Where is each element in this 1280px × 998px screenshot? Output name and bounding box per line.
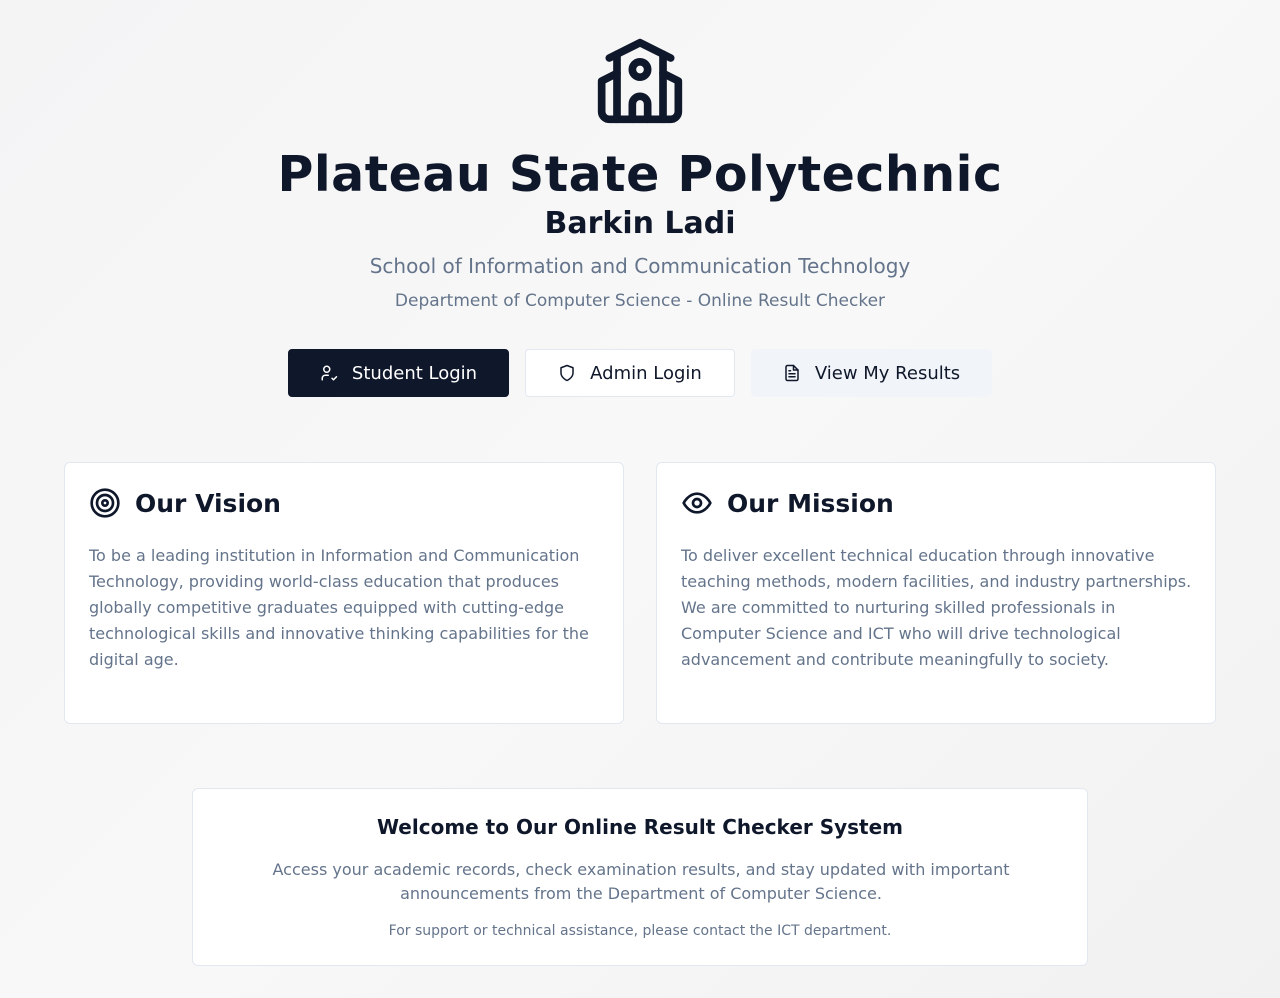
department-name: Department of Computer Science - Online …	[394, 291, 886, 311]
student-login-button[interactable]: Student Login	[288, 349, 509, 397]
vision-text: To be a leading institution in Informati…	[89, 546, 589, 669]
school-building-icon	[594, 35, 686, 127]
school-name: School of Information and Communication …	[369, 254, 911, 278]
vision-card: Our Vision To be a leading institution i…	[64, 462, 624, 724]
admin-login-button[interactable]: Admin Login	[525, 349, 735, 397]
page-subtitle: Barkin Ladi	[544, 206, 736, 241]
eye-icon	[682, 492, 712, 514]
welcome-text: Access your academic records, check exam…	[272, 860, 1010, 903]
view-results-button[interactable]: View My Results	[751, 349, 992, 397]
admin-login-label: Admin Login	[590, 362, 702, 384]
page-title: Plateau State Polytechnic	[277, 146, 1003, 203]
view-results-label: View My Results	[814, 362, 961, 384]
mission-header: Our Mission	[681, 487, 894, 519]
target-icon	[90, 488, 120, 518]
student-login-label: Student Login	[351, 362, 478, 384]
user-check-icon	[321, 365, 338, 381]
vision-title: Our Vision	[135, 488, 281, 518]
mission-card: Our Mission To deliver excellent technic…	[656, 462, 1216, 724]
mission-title: Our Mission	[727, 488, 894, 518]
shield-icon	[560, 364, 574, 382]
welcome-card: Welcome to Our Online Result Checker Sys…	[192, 788, 1088, 966]
vision-header: Our Vision	[89, 487, 281, 519]
welcome-title: Welcome to Our Online Result Checker Sys…	[376, 815, 904, 839]
support-note: For support or technical assistance, ple…	[388, 923, 892, 939]
document-icon	[785, 364, 799, 382]
mission-text: To deliver excellent technical education…	[681, 546, 1192, 669]
